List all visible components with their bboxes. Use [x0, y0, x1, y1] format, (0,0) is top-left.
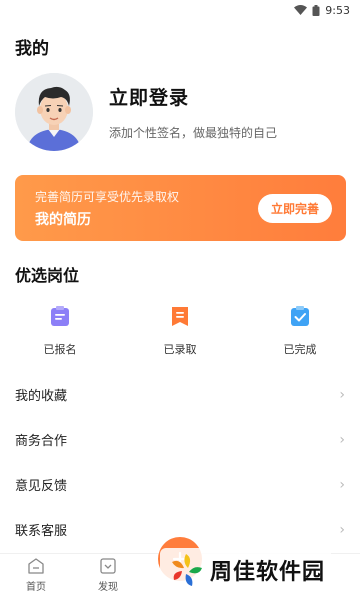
- watermark: 周佳软件园: [160, 548, 332, 592]
- status-label: 已录取: [163, 343, 197, 356]
- status-applied[interactable]: 已报名: [0, 305, 120, 357]
- menu-item-favorites[interactable]: 我的收藏 ›: [0, 372, 360, 417]
- complete-resume-button[interactable]: 立即完善: [257, 193, 332, 223]
- profile-text: 立即登录 添加个性签名，做最独特的自己: [109, 83, 277, 141]
- menu-item-business[interactable]: 商务合作 ›: [0, 417, 360, 462]
- login-link[interactable]: 立即登录: [109, 83, 277, 110]
- job-status-row: 已报名 已录取 已完成: [0, 305, 360, 357]
- banner-text: 完善简历可享受优先录取权 我的简历: [35, 188, 258, 229]
- avatar[interactable]: [15, 73, 93, 151]
- hired-icon: [172, 307, 188, 326]
- status-completed[interactable]: 已完成: [240, 305, 360, 357]
- status-label: 已完成: [283, 343, 317, 356]
- tab-label: 首页: [26, 582, 46, 593]
- watermark-text: 周佳软件园: [210, 560, 326, 585]
- watermark-logo-icon: [172, 554, 202, 586]
- tab-home[interactable]: 首页: [0, 554, 72, 600]
- resume-banner[interactable]: 完善简历可享受优先录取权 我的简历 立即完善: [15, 175, 346, 241]
- status-label: 已报名: [43, 343, 77, 356]
- status-bar: 9:53: [0, 0, 360, 20]
- tab-discover[interactable]: 发现: [72, 554, 144, 600]
- status-hired[interactable]: 已录取: [120, 305, 240, 357]
- avatar-illustration: [15, 73, 93, 151]
- chevron-right-icon: ›: [339, 476, 345, 493]
- menu-label: 意见反馈: [15, 479, 68, 494]
- wifi-icon: [294, 5, 308, 15]
- banner-subtitle: 完善简历可享受优先录取权: [35, 189, 180, 204]
- applied-icon: [51, 306, 69, 326]
- section-title: 优选岗位: [15, 266, 80, 285]
- menu-label: 联系客服: [15, 524, 68, 539]
- chevron-right-icon: ›: [339, 521, 345, 538]
- status-time: 9:53: [325, 3, 350, 17]
- menu-item-feedback[interactable]: 意见反馈 ›: [0, 462, 360, 507]
- profile-card[interactable]: 立即登录 添加个性签名，做最独特的自己: [15, 72, 345, 152]
- battery-icon: [312, 4, 320, 16]
- tab-label: 发现: [98, 582, 118, 593]
- page-title: 我的: [15, 39, 49, 59]
- menu-label: 商务合作: [15, 434, 68, 449]
- banner-title: 我的简历: [35, 211, 91, 228]
- menu-label: 我的收藏: [15, 389, 68, 404]
- chevron-right-icon: ›: [339, 431, 345, 448]
- chevron-right-icon: ›: [339, 386, 345, 403]
- home-icon: [28, 558, 44, 574]
- discover-icon: [100, 558, 116, 574]
- signature-text[interactable]: 添加个性签名，做最独特的自己: [109, 124, 277, 141]
- completed-icon: [291, 306, 309, 326]
- settings-menu: 我的收藏 › 商务合作 › 意见反馈 › 联系客服 ›: [0, 372, 360, 552]
